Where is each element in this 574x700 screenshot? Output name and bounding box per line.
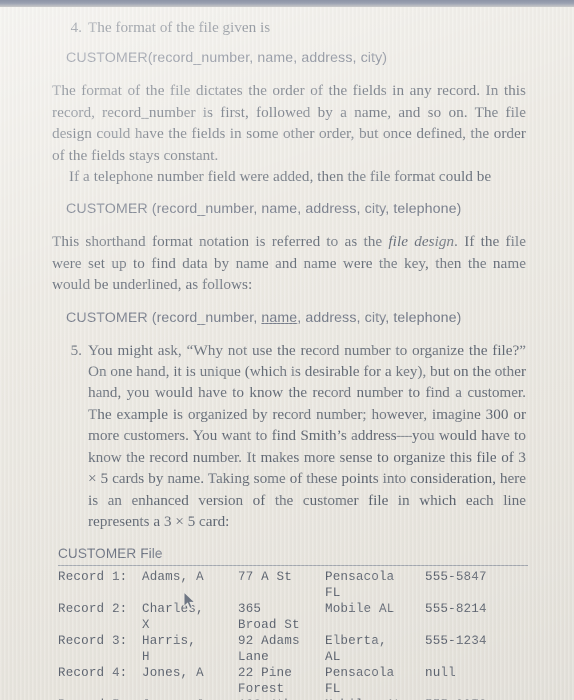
customer-file-table: Record 1: Adams, A 77 A St Pensacola 555… [58,569,520,700]
document-page: 4. The format of the file given is CUSTO… [0,0,574,700]
list-item-5: 5. You might ask, “Why not use the recor… [0,340,574,533]
cell-name: Adams, A [142,570,204,585]
format-3-before: CUSTOMER (record_number, [66,309,262,326]
table-row-continuation: Forest FL [58,681,520,697]
cell-phone: 555-8214 [425,602,487,617]
customer-file-table-body: Record 1: Adams, A 77 A St Pensacola 555… [58,569,520,700]
cell-name-cont [142,681,238,697]
cell-city-cont [325,617,425,633]
cell-record-cont [58,585,142,601]
list-item-4-text: The format of the file given is [88,19,271,36]
cell-phone: 555-5847 [425,570,487,585]
cell-address-cont: Broad St [238,618,300,633]
cell-record-cont [58,681,142,697]
table-row: Record 3: Harris, 92 Adams Elberta, 555-… [58,633,520,649]
paragraph-telephone-added: If a telephone number field were added, … [69,168,492,186]
table-row: Record 1: Adams, A 77 A St Pensacola 555… [58,569,520,585]
top-chrome-bar [0,0,574,7]
cell-record-cont [58,617,142,633]
cell-city: Elberta, [325,634,387,649]
cell-address-cont: Lane [238,650,269,665]
cell-city-cont: AL [325,650,341,665]
cell-address: 77 A St [238,570,292,585]
file-design-emphasis: file design [388,233,455,251]
table-row: Record 2: Charles, 365 Mobile AL 555-821… [58,601,520,617]
table-row-continuation: X Broad St [58,617,520,633]
format-3-after: , address, city, telephone) [297,309,462,326]
cell-phone-cont [425,649,520,665]
file-format-line-1: CUSTOMER(record_number, name, address, c… [66,50,388,67]
list-item-5-number: 5. [70,341,82,359]
cell-name-cont [142,585,238,601]
table-top-rule [58,565,528,567]
cell-record-cont [58,649,142,665]
cell-name: Jones, A [142,666,204,681]
document-content: 4. The format of the file given is CUSTO… [0,7,574,700]
cell-city: Mobile AL [325,602,395,617]
cell-address: 92 Adams [238,634,300,649]
cell-phone: null [425,666,456,681]
cell-city-cont: FL [325,682,341,697]
table-row-continuation: H Lane AL [58,649,520,665]
file-format-line-2: CUSTOMER (record_number, name, address, … [66,201,462,218]
cell-city-cont: FL [325,586,341,601]
cell-address: 22 Pine [238,666,292,681]
paragraph-field-order: The format of the file dictates the orde… [52,82,526,164]
paragraph-shorthand-notation: This shorthand format notation is referr… [0,231,574,295]
cell-phone-cont [425,681,520,697]
table-row: Record 4: Jones, A 22 Pine Pensacola nul… [58,665,520,681]
cell-name-cont: H [142,650,150,665]
cell-phone-cont [425,617,520,633]
list-item-5-text: You might ask, “Why not use the record n… [88,341,526,530]
cell-record: Record 3: [58,634,128,649]
cell-name: Charles, [142,602,204,617]
cell-phone: 555-1234 [425,634,487,649]
cell-city: Pensacola [325,570,395,585]
cell-phone-cont [425,585,520,601]
shorthand-text-before: This shorthand format notation is referr… [52,233,389,251]
format-3-key-name: name [261,309,298,326]
file-format-line-3: CUSTOMER (record_number, name, address, … [0,308,574,328]
customer-file-title: CUSTOMER File [58,546,163,562]
cell-record: Record 2: [58,602,128,617]
cell-record: Record 1: [58,570,128,585]
cell-name: Harris, [142,634,196,649]
cell-address-cont: Forest [238,682,285,697]
cell-address-cont [238,585,325,601]
cell-address: 365 [238,602,262,617]
list-item-4-number: 4. [70,19,82,36]
list-item-4: 4. The format of the file given is [0,17,574,38]
cell-city: Pensacola [325,666,395,681]
table-row-continuation: FL [58,585,520,601]
cell-record: Record 4: [58,666,128,681]
cell-name-cont: X [142,618,150,633]
